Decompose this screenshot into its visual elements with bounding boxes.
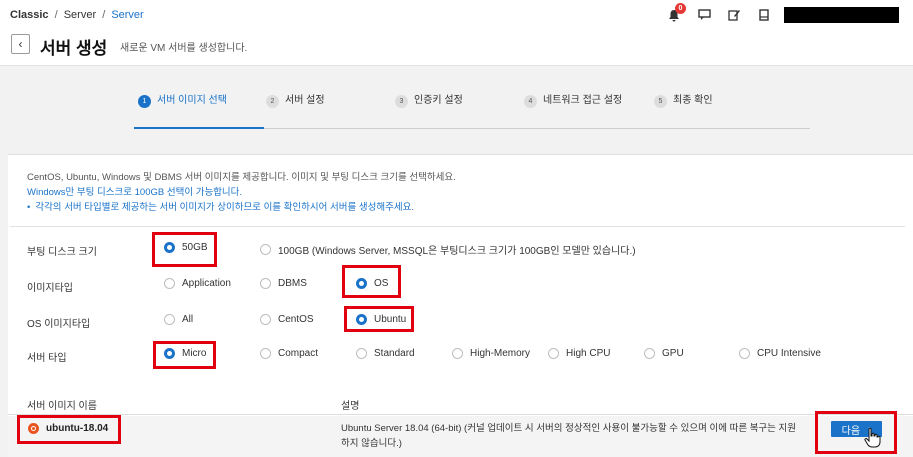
step-number: 1 (138, 95, 151, 108)
step-label: 서버 설정 (285, 95, 325, 106)
bell-icon[interactable]: 0 (668, 3, 698, 23)
edit-icon[interactable] (728, 7, 758, 23)
radio-circle (644, 348, 655, 359)
breadcrumb-separator: / (102, 9, 106, 21)
radio-server-cpu-intensive[interactable]: CPU Intensive (739, 348, 821, 359)
column-header-image-name: 서버 이미지 이름 (27, 401, 97, 412)
step-network-access[interactable]: 4 네트워크 접근 설정 (524, 95, 623, 108)
radio-label: Compact (278, 348, 319, 359)
info-notice: CentOS, Ubuntu, Windows 및 DBMS 서버 이미지를 제… (27, 170, 456, 215)
step-label: 최종 확인 (673, 95, 713, 106)
user-account-redacted[interactable] (784, 7, 899, 23)
step-auth-key[interactable]: 3 인증키 설정 (395, 95, 463, 108)
step-label: 네트워크 접근 설정 (543, 95, 623, 106)
breadcrumb-server[interactable]: Server (64, 9, 96, 21)
radio-label: CentOS (278, 314, 314, 325)
step-server-settings[interactable]: 2 서버 설정 (266, 95, 325, 108)
step-number: 2 (266, 95, 279, 108)
step-final-confirm[interactable]: 5 최종 확인 (654, 95, 713, 108)
radio-server-high-cpu[interactable]: High CPU (548, 348, 610, 359)
highlight-box (153, 341, 216, 369)
radio-server-gpu[interactable]: GPU (644, 348, 684, 359)
highlight-box (342, 265, 401, 298)
step-select-image[interactable]: 1 서버 이미지 선택 (138, 95, 227, 108)
radio-circle (164, 314, 175, 325)
chevron-left-icon: ‹ (18, 37, 23, 51)
breadcrumb-classic[interactable]: Classic (10, 9, 49, 21)
highlight-box (344, 306, 414, 332)
header-toolbar: 0 (668, 3, 788, 23)
radio-label: 100GB (Windows Server, MSSQL은 부팅디스크 크기가 … (278, 246, 636, 257)
radio-label: All (182, 314, 194, 325)
highlight-box (815, 411, 897, 454)
radio-server-standard[interactable]: Standard (356, 348, 415, 359)
step-label: 서버 이미지 선택 (157, 95, 227, 106)
breadcrumb-separator: / (54, 9, 58, 21)
radio-label: High-Memory (470, 348, 531, 359)
radio-label: CPU Intensive (757, 348, 821, 359)
radio-image-application[interactable]: Application (164, 278, 231, 289)
notification-badge: 0 (675, 3, 686, 14)
chat-icon[interactable] (698, 7, 728, 23)
radio-image-dbms[interactable]: DBMS (260, 278, 307, 289)
hand-cursor-icon (864, 427, 881, 448)
breadcrumb: Classic / Server / Server (10, 9, 144, 21)
breadcrumb-current[interactable]: Server (111, 9, 143, 21)
server-type-label: 서버 타입 (27, 353, 67, 364)
radio-circle (356, 348, 367, 359)
back-button[interactable]: ‹ (11, 34, 30, 54)
page-title: 서버 생성 (40, 39, 108, 58)
radio-server-compact[interactable]: Compact (260, 348, 318, 359)
radio-circle (260, 278, 271, 289)
radio-label: High CPU (566, 348, 611, 359)
table-header (8, 391, 913, 415)
radio-circle (452, 348, 463, 359)
bullet-icon: • (27, 202, 31, 213)
radio-circle (260, 314, 271, 325)
radio-boot-100gb[interactable]: 100GB (Windows Server, MSSQL은 부팅디스크 크기가 … (260, 242, 636, 257)
radio-circle (548, 348, 559, 359)
os-image-type-label: OS 이미지타입 (27, 319, 91, 330)
radio-server-high-memory[interactable]: High-Memory (452, 348, 530, 359)
highlight-box (17, 415, 121, 444)
boot-disk-label: 부팅 디스크 크기 (27, 247, 97, 258)
steps-panel (8, 66, 913, 154)
info-windows-note: Windows만 부팅 디스크로 100GB 선택이 가능합니다. (27, 187, 243, 198)
radio-label: GPU (662, 348, 684, 359)
radio-circle (164, 278, 175, 289)
radio-circle (739, 348, 750, 359)
info-line: CentOS, Ubuntu, Windows 및 DBMS 서버 이미지를 제… (27, 172, 456, 183)
radio-circle (260, 244, 271, 255)
info-bullet-text: 각각의 서버 타입별로 제공하는 서버 이미지가 상이하므로 이를 확인하시어 … (35, 202, 414, 213)
step-label: 인증키 설정 (414, 95, 463, 106)
info-bullet: • 각각의 서버 타입별로 제공하는 서버 이미지가 상이하므로 이를 확인하시어… (27, 200, 456, 215)
radio-os-centos[interactable]: CentOS (260, 314, 314, 325)
radio-label: Application (182, 278, 231, 289)
radio-circle (260, 348, 271, 359)
column-header-description: 설명 (341, 401, 360, 412)
radio-label: DBMS (278, 278, 307, 289)
highlight-box (152, 232, 217, 267)
divider (10, 226, 905, 227)
step-number: 3 (395, 95, 408, 108)
steps-progress-active (134, 127, 264, 129)
image-description: Ubuntu Server 18.04 (64-bit) (커널 업데이트 시 … (341, 423, 797, 449)
step-number: 4 (524, 95, 537, 108)
radio-os-all[interactable]: All (164, 314, 193, 325)
page-subtitle: 새로운 VM 서버를 생성합니다. (120, 43, 248, 54)
image-type-label: 이미지타입 (27, 283, 73, 294)
radio-label: Standard (374, 348, 415, 359)
step-number: 5 (654, 95, 667, 108)
